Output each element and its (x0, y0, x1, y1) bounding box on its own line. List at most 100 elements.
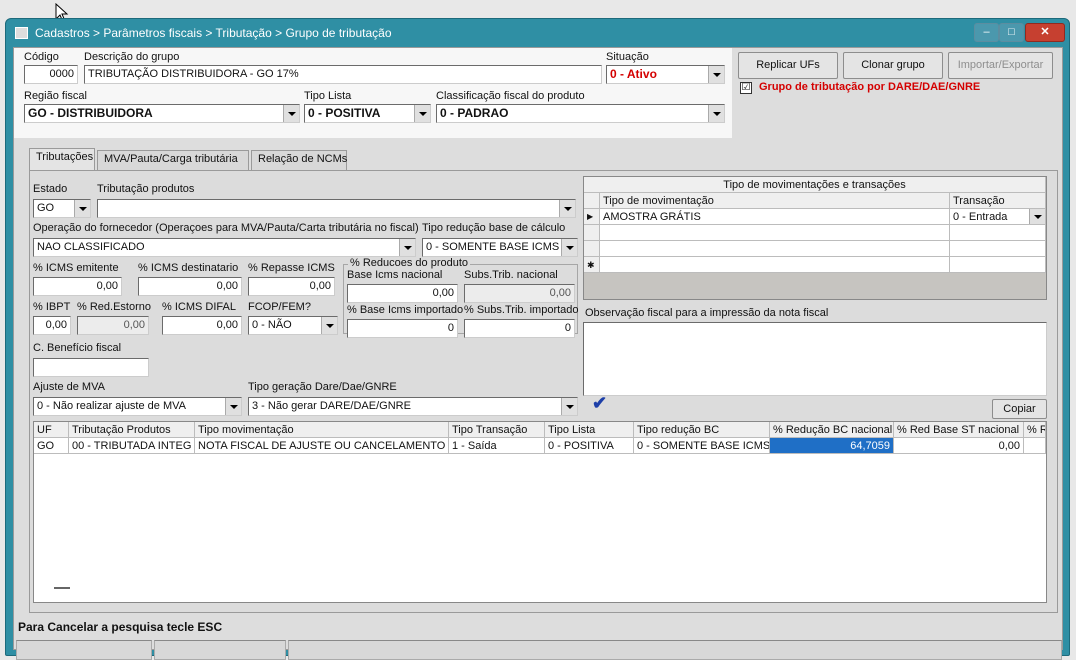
grid-col-tipo-transacao[interactable]: Tipo Transação (449, 422, 545, 438)
regiao-fiscal-select[interactable]: GO - DISTRIBUIDORA (24, 104, 300, 123)
classificacao-label: Classificação fiscal do produto (436, 90, 585, 102)
chevron-down-icon[interactable] (225, 398, 241, 415)
descricao-field[interactable]: TRIBUTAÇÃO DISTRIBUIDORA - GO 17% (84, 65, 602, 84)
tab-tributacoes[interactable]: Tributações (29, 148, 95, 170)
operacao-fornecedor-label: Operação do fornecedor (Operaçoes para M… (33, 222, 419, 234)
situacao-select[interactable]: 0 - Ativo (606, 65, 725, 84)
subs-trib-nacional-field[interactable]: 0,00 (464, 284, 575, 303)
fcop-select[interactable]: 0 - NÃO (248, 316, 338, 335)
row-selected-icon: ▶ (584, 209, 600, 225)
movimentacoes-title: Tipo de movimentações e transações (584, 177, 1046, 193)
repasse-icms-field[interactable]: 0,00 (248, 277, 335, 296)
confirm-check-icon[interactable]: ✔ (592, 393, 607, 414)
chevron-down-icon[interactable] (74, 200, 90, 217)
icms-difal-field[interactable]: 0,00 (162, 316, 242, 335)
grid-cell[interactable]: GO (34, 438, 69, 454)
minimize-button[interactable]: – (974, 23, 999, 42)
chevron-down-icon[interactable] (561, 398, 577, 415)
codigo-label: Código (24, 51, 59, 63)
tipo-lista-select[interactable]: 0 - POSITIVA (304, 104, 431, 123)
beneficio-label: C. Benefício fiscal (33, 342, 122, 354)
grid-cell[interactable] (1024, 438, 1046, 454)
grid-col-tipo-reducao[interactable]: Tipo redução BC (634, 422, 770, 438)
beneficio-field[interactable] (33, 358, 149, 377)
empty-cell[interactable] (600, 225, 950, 241)
col-tipo-movimentacao[interactable]: Tipo de movimentação (600, 193, 950, 209)
grid-cell[interactable]: 0 - SOMENTE BASE ICMS (634, 438, 770, 454)
status-panel (16, 640, 152, 660)
grid-col-tipo-lista[interactable]: Tipo Lista (545, 422, 634, 438)
base-icms-importado-field[interactable]: 0 (347, 319, 458, 338)
dare-checkbox[interactable]: ☑ (740, 82, 752, 94)
grid-col-red-base-st[interactable]: % Red Base ST nacional (894, 422, 1024, 438)
col-transacao[interactable]: Transação (950, 193, 1046, 209)
chevron-down-icon[interactable] (321, 317, 337, 334)
copiar-button[interactable]: Copiar (992, 399, 1047, 419)
tributacao-produtos-label: Tributação produtos (97, 183, 195, 195)
tipo-reducao-select[interactable]: 0 - SOMENTE BASE ICMS (422, 238, 578, 257)
situacao-value: 0 - Ativo (610, 67, 657, 81)
base-icms-nacional-field[interactable]: 0,00 (347, 284, 458, 303)
chevron-down-icon[interactable] (283, 105, 299, 122)
clonar-grupo-button[interactable]: Clonar grupo (843, 52, 943, 79)
estado-select[interactable]: GO (33, 199, 91, 218)
tab-mva-pauta[interactable]: MVA/Pauta/Carga tributária (97, 150, 249, 170)
grid-col-reducao-nacional[interactable]: % Redução BC nacional (770, 422, 894, 438)
row-indicator-header (584, 193, 600, 209)
chevron-down-icon[interactable] (414, 105, 430, 122)
chevron-down-icon[interactable] (561, 239, 577, 256)
chevron-down-icon[interactable] (708, 66, 724, 83)
grid-cell[interactable]: 00 - TRIBUTADA INTEG (69, 438, 195, 454)
regiao-fiscal-label: Região fiscal (24, 90, 87, 102)
row-indicator (584, 241, 600, 257)
operacao-fornecedor-value: NAO CLASSIFICADO (37, 241, 145, 253)
movimentacao-cell[interactable]: AMOSTRA GRÁTIS (600, 209, 950, 225)
descricao-label: Descrição do grupo (84, 51, 180, 63)
icms-destinatario-field[interactable]: 0,00 (138, 277, 242, 296)
red-estorno-label: % Red.Estorno (77, 301, 151, 313)
grid-col-tributacao[interactable]: Tributação Produtos (69, 422, 195, 438)
red-estorno-field[interactable]: 0,00 (77, 316, 149, 335)
empty-cell[interactable] (600, 241, 950, 257)
ajuste-mva-label: Ajuste de MVA (33, 381, 105, 393)
icms-emitente-field[interactable]: 0,00 (33, 277, 122, 296)
empty-cell[interactable] (950, 241, 1046, 257)
subs-trib-importado-field[interactable]: 0 (464, 319, 575, 338)
chevron-down-icon[interactable] (559, 200, 575, 217)
maximize-button[interactable]: □ (999, 23, 1024, 42)
grid-cell[interactable]: NOTA FISCAL DE AJUSTE OU CANCELAMENTO (195, 438, 449, 454)
close-button[interactable]: ✕ (1025, 23, 1065, 42)
empty-cell[interactable] (950, 225, 1046, 241)
icms-destinatario-label: % ICMS destinatario (138, 262, 239, 274)
ajuste-mva-select[interactable]: 0 - Não realizar ajuste de MVA (33, 397, 242, 416)
grid-col-re[interactable]: % Re (1024, 422, 1046, 438)
empty-cell[interactable] (600, 257, 950, 273)
tributacao-grid[interactable]: UF Tributação Produtos Tipo movimentação… (33, 421, 1047, 603)
movimentacoes-grid[interactable]: Tipo de movimentações e transações Tipo … (583, 176, 1047, 300)
codigo-field[interactable]: 0000 (24, 65, 78, 84)
grid-cell-selected[interactable]: 64,7059 (770, 438, 894, 454)
operacao-fornecedor-select[interactable]: NAO CLASSIFICADO (33, 238, 416, 257)
tab-relacao-ncms[interactable]: Relação de NCMs (251, 150, 347, 170)
chevron-down-icon[interactable] (399, 239, 415, 256)
importar-exportar-button[interactable]: Importar/Exportar (948, 52, 1053, 79)
replicar-ufs-button[interactable]: Replicar UFs (738, 52, 838, 79)
transacao-cell[interactable]: 0 - Entrada (950, 209, 1046, 225)
chevron-down-icon[interactable] (1029, 209, 1045, 224)
grid-col-uf[interactable]: UF (34, 422, 69, 438)
tributacao-produtos-select[interactable] (97, 199, 576, 218)
grid-col-tipo-movimentacao[interactable]: Tipo movimentação (195, 422, 449, 438)
fcop-label: FCOP/FEM? (248, 301, 311, 313)
reducoes-group-title: % Reducoes do produto (348, 257, 471, 269)
observacao-textarea[interactable] (583, 322, 1047, 396)
empty-cell[interactable] (950, 257, 1046, 273)
situacao-label: Situação (606, 51, 649, 63)
base-icms-importado-label: % Base Icms importado (347, 304, 464, 316)
tipo-geracao-select[interactable]: 3 - Não gerar DARE/DAE/GNRE (248, 397, 578, 416)
grid-cell[interactable]: 0 - POSITIVA (545, 438, 634, 454)
grid-cell[interactable]: 0,00 (894, 438, 1024, 454)
classificacao-select[interactable]: 0 - PADRAO (436, 104, 725, 123)
ibpt-field[interactable]: 0,00 (33, 316, 71, 335)
grid-cell[interactable]: 1 - Saída (449, 438, 545, 454)
chevron-down-icon[interactable] (708, 105, 724, 122)
